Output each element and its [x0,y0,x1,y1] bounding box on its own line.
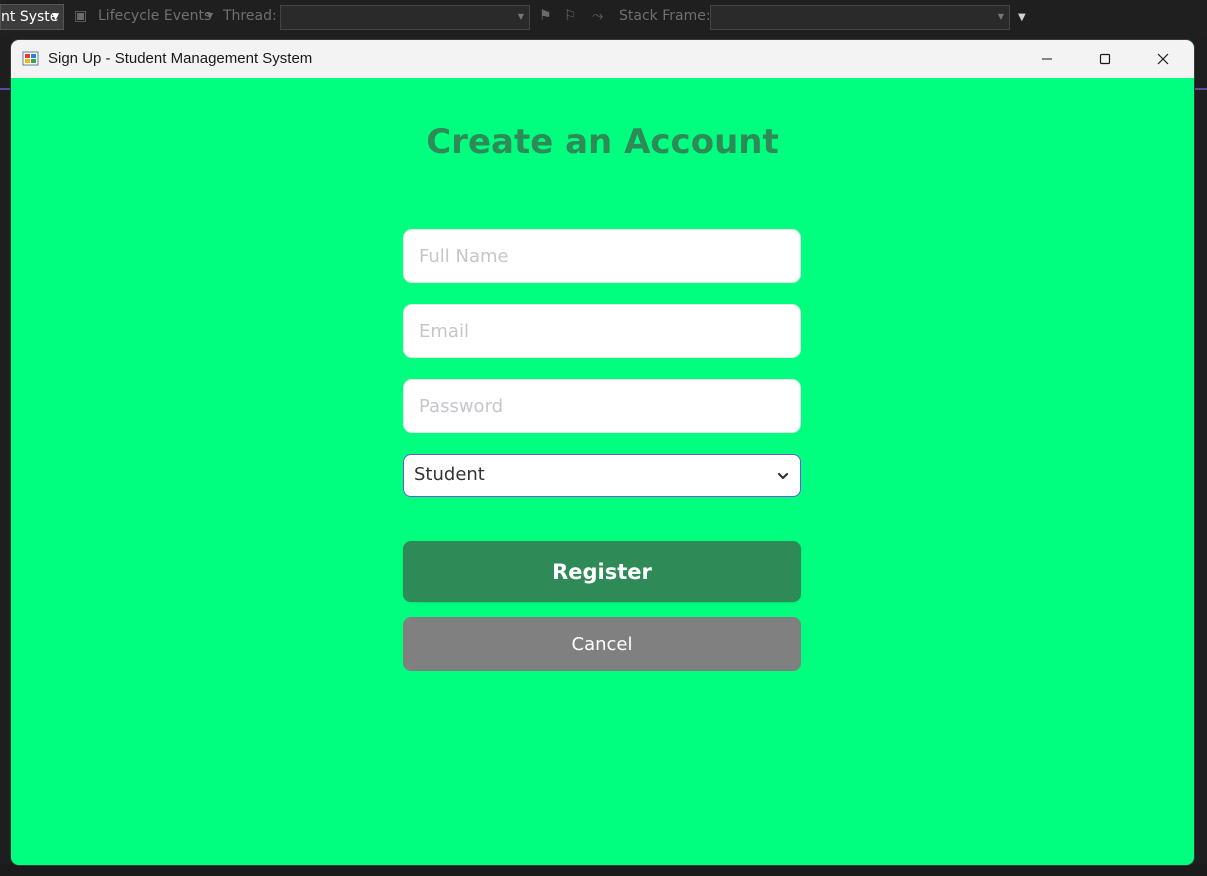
cancel-button[interactable]: Cancel [403,617,801,671]
chevron-down-icon: ▼ [52,12,59,22]
form-area: Create an Account Student Register Cance… [11,78,1194,865]
lifecycle-events-label[interactable]: Lifecycle Events [98,8,211,24]
role-select[interactable]: Student [403,454,801,497]
maximize-icon [1099,53,1111,65]
flag-threads-icon[interactable]: ⚐ [564,8,577,24]
close-icon [1157,53,1169,65]
thread-combo[interactable]: ▼ [280,5,530,30]
toolbar-overflow-icon[interactable]: ▼ [1018,12,1026,23]
debug-target-text: nt Syste [1,9,59,25]
email-input[interactable] [403,304,801,358]
close-button[interactable] [1134,40,1192,78]
chevron-down-icon: ▼ [997,12,1004,21]
ide-right-panel [1194,36,1207,876]
maximize-button[interactable] [1076,40,1134,78]
full-name-input[interactable] [403,229,801,283]
flag-icon[interactable]: ⚑ [539,8,552,24]
role-selected-value: Student [414,464,485,485]
app-icon [22,51,39,66]
page-title: Create an Account [426,122,779,162]
debug-target-dropdown[interactable]: nt Syste ▼ [0,4,64,30]
title-bar[interactable]: Sign Up - Student Management System [11,40,1194,78]
threads-icon[interactable]: ⤳ [592,8,603,24]
ide-debug-toolbar: nt Syste ▼ ▣ Lifecycle Events ▼ Thread: … [0,0,1207,36]
ide-status-area [0,864,1207,876]
minimize-button[interactable] [1018,40,1076,78]
chevron-down-icon: ▼ [207,11,214,20]
thread-label: Thread: [223,8,277,24]
stack-frame-label: Stack Frame: [619,8,711,24]
register-button[interactable]: Register [403,541,801,602]
minimize-icon [1042,58,1052,60]
ide-left-panel [0,36,11,876]
chevron-down-icon [777,472,789,480]
password-input[interactable] [403,379,801,433]
signup-window: Sign Up - Student Management System Crea… [11,40,1194,865]
window-title: Sign Up - Student Management System [48,50,313,67]
stack-frame-combo[interactable]: ▼ [710,5,1010,30]
chevron-down-icon: ▼ [517,12,524,21]
lifecycle-events-icon: ▣ [74,8,88,24]
